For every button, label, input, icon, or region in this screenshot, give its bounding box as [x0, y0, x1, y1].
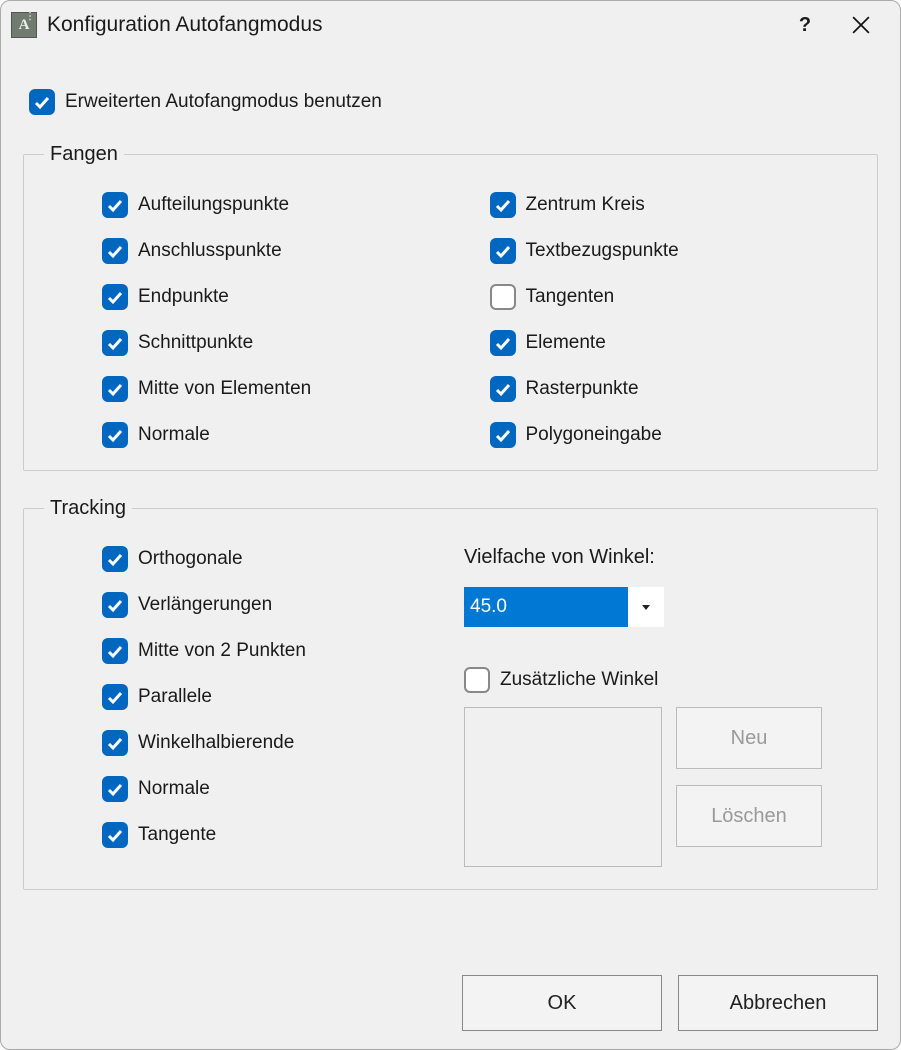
check-row-snap-r5[interactable]: Polygoneingabe [490, 422, 858, 448]
titlebar: A Konfiguration Autofangmodus ? [1, 1, 900, 49]
checkbox-track-2[interactable] [102, 638, 128, 664]
label-track-6: Tangente [138, 824, 216, 846]
new-angle-button[interactable]: Neu [676, 707, 822, 769]
check-row-track-2[interactable]: Mitte von 2 Punkten [102, 638, 424, 664]
checkbox-snap-l2[interactable] [102, 284, 128, 310]
label-track-4: Winkelhalbierende [138, 732, 294, 754]
check-row-track-6[interactable]: Tangente [102, 822, 424, 848]
check-row-track-0[interactable]: Orthogonale [102, 546, 424, 572]
tracking-group: Tracking Orthogonale Verlängerungen Mitte … [23, 497, 878, 890]
label-track-0: Orthogonale [138, 548, 243, 570]
checkbox-track-0[interactable] [102, 546, 128, 572]
check-row-snap-l0[interactable]: Aufteilungspunkte [102, 192, 470, 218]
check-row-snap-l1[interactable]: Anschlusspunkte [102, 238, 470, 264]
checkbox-snap-r4[interactable] [490, 376, 516, 402]
checkbox-track-3[interactable] [102, 684, 128, 710]
label-snap-r1: Textbezugspunkte [526, 240, 679, 262]
extra-angles-checkbox[interactable] [464, 667, 490, 693]
checkbox-track-5[interactable] [102, 776, 128, 802]
checkbox-track-4[interactable] [102, 730, 128, 756]
check-row-track-3[interactable]: Parallele [102, 684, 424, 710]
check-row-snap-r3[interactable]: Elemente [490, 330, 858, 356]
close-button[interactable] [838, 9, 884, 41]
delete-angle-button[interactable]: Löschen [676, 785, 822, 847]
check-row-track-1[interactable]: Verlängerungen [102, 592, 424, 618]
label-snap-r4: Rasterpunkte [526, 378, 639, 400]
check-row-snap-r2[interactable]: Tangenten [490, 284, 858, 310]
app-icon: A [11, 12, 37, 38]
checkbox-track-1[interactable] [102, 592, 128, 618]
cancel-button[interactable]: Abbrechen [678, 975, 878, 1031]
snap-legend: Fangen [44, 143, 124, 166]
check-row-track-4[interactable]: Winkelhalbierende [102, 730, 424, 756]
label-snap-l3: Schnittpunkte [138, 332, 253, 354]
label-snap-r5: Polygoneingabe [526, 424, 662, 446]
checkbox-snap-l4[interactable] [102, 376, 128, 402]
check-row-snap-l5[interactable]: Normale [102, 422, 470, 448]
check-row-snap-l4[interactable]: Mitte von Elementen [102, 376, 470, 402]
label-snap-l5: Normale [138, 424, 210, 446]
angle-dropdown-button[interactable] [628, 587, 664, 627]
ok-button[interactable]: OK [462, 975, 662, 1031]
label-snap-l4: Mitte von Elementen [138, 378, 311, 400]
check-row-snap-r4[interactable]: Rasterpunkte [490, 376, 858, 402]
label-snap-r3: Elemente [526, 332, 606, 354]
checkbox-snap-r1[interactable] [490, 238, 516, 264]
dialog-footer: OK Abbrechen [1, 975, 900, 1049]
label-snap-l2: Endpunkte [138, 286, 229, 308]
snap-group: Fangen Aufteilungspunkte Zentrum Kreis Ans… [23, 143, 878, 471]
window-title: Konfiguration Autofangmodus [47, 13, 782, 37]
help-button[interactable]: ? [782, 9, 828, 41]
check-row-snap-r0[interactable]: Zentrum Kreis [490, 192, 858, 218]
extended-mode-label: Erweiterten Autofangmodus benutzen [65, 91, 382, 113]
check-row-track-5[interactable]: Normale [102, 776, 424, 802]
checkbox-snap-l5[interactable] [102, 422, 128, 448]
angle-multiple-label: Vielfache von Winkel: [464, 546, 857, 569]
tracking-legend: Tracking [44, 497, 132, 520]
label-track-2: Mitte von 2 Punkten [138, 640, 306, 662]
label-track-1: Verlängerungen [138, 594, 272, 616]
checkbox-snap-l3[interactable] [102, 330, 128, 356]
check-row-snap-r1[interactable]: Textbezugspunkte [490, 238, 858, 264]
check-row-snap-l2[interactable]: Endpunkte [102, 284, 470, 310]
extended-mode-row[interactable]: Erweiterten Autofangmodus benutzen [29, 89, 878, 115]
checkbox-snap-r0[interactable] [490, 192, 516, 218]
label-track-5: Normale [138, 778, 210, 800]
checkbox-snap-r3[interactable] [490, 330, 516, 356]
dialog-window: A Konfiguration Autofangmodus ? Erweiter… [0, 0, 901, 1050]
label-snap-l0: Aufteilungspunkte [138, 194, 289, 216]
checkbox-snap-r2[interactable] [490, 284, 516, 310]
extra-angles-label: Zusätzliche Winkel [500, 669, 658, 691]
content-area: Erweiterten Autofangmodus benutzen Fange… [1, 49, 900, 975]
checkbox-track-6[interactable] [102, 822, 128, 848]
checkbox-snap-r5[interactable] [490, 422, 516, 448]
extra-angles-row[interactable]: Zusätzliche Winkel [464, 667, 857, 693]
extra-angles-listbox[interactable] [464, 707, 662, 867]
check-row-snap-l3[interactable]: Schnittpunkte [102, 330, 470, 356]
label-snap-l1: Anschlusspunkte [138, 240, 282, 262]
angle-combobox[interactable]: 45.0 [464, 587, 664, 627]
extended-mode-checkbox[interactable] [29, 89, 55, 115]
label-snap-r0: Zentrum Kreis [526, 194, 645, 216]
angle-value[interactable]: 45.0 [464, 587, 628, 627]
checkbox-snap-l1[interactable] [102, 238, 128, 264]
label-snap-r2: Tangenten [526, 286, 615, 308]
checkbox-snap-l0[interactable] [102, 192, 128, 218]
label-track-3: Parallele [138, 686, 212, 708]
